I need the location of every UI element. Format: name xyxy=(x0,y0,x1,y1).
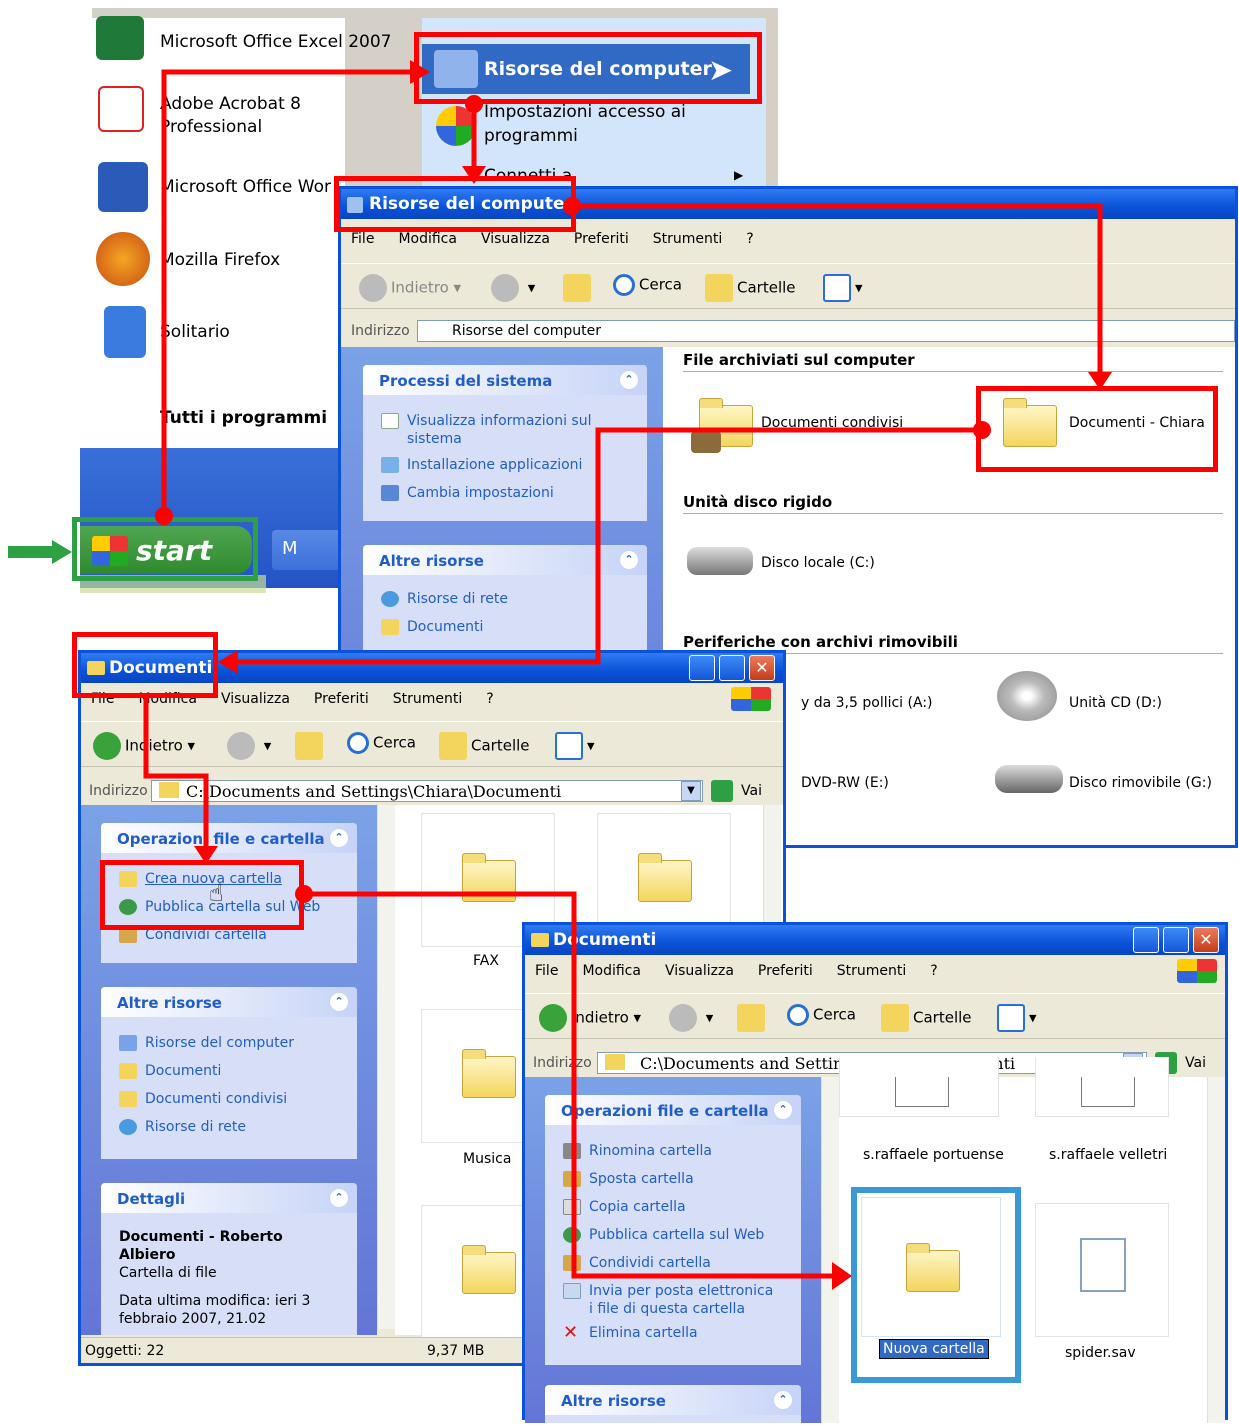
flow-arrows xyxy=(143,60,1112,1290)
